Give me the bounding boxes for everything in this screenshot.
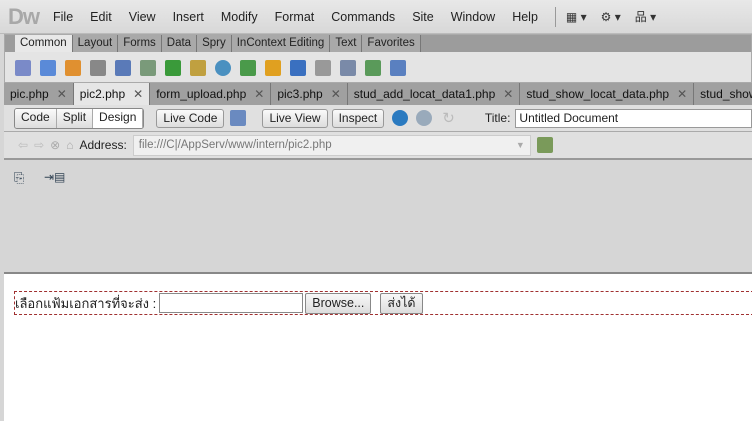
doc-tab[interactable]: stud_show_locat_data.php ✕ [520,83,695,105]
menu-bar: Dw File Edit View Insert Modify Format C… [0,0,752,34]
upload-form: เลือกแฟ้มเอกสารที่จะส่ง : Browse... ส่งไ… [14,291,752,315]
address-value: file:///C|/AppServ/www/intern/pic2.php [138,138,332,151]
submit-button[interactable]: ส่งได้ [380,292,423,314]
file-input[interactable] [159,293,304,313]
design-view[interactable]: เลือกแฟ้มเอกสารที่จะส่ง : Browse... ส่งไ… [4,272,752,421]
file-label: เลือกแฟ้มเอกสารที่จะส่ง : [15,295,157,311]
check-page-icon[interactable] [230,110,247,126]
doc-tab-active[interactable]: pic2.php ✕ [73,83,151,105]
tab-common[interactable]: Common [15,35,73,52]
head-icon[interactable] [315,59,331,76]
div-icon[interactable] [140,59,156,76]
close-icon[interactable]: ✕ [254,87,264,101]
title-input[interactable]: Untitled Document [515,108,752,128]
menu-insert[interactable]: Insert [173,10,204,24]
table-icon[interactable] [115,59,131,76]
home-icon[interactable]: ⌂ [66,138,73,152]
doc-tab[interactable]: stud_show_st [694,83,752,105]
doc-tab-label: stud_show_st [700,87,752,101]
media-icon[interactable] [190,59,206,76]
live-code-button[interactable]: Live Code [156,108,225,128]
divider [554,6,556,27]
visual-aids-icon[interactable] [416,110,433,126]
doc-tab-label: stud_add_locat_data1.php [353,87,496,101]
script-icon[interactable] [340,59,356,76]
tab-layout[interactable]: Layout [72,35,119,52]
server-include-icon[interactable] [265,59,281,76]
options-icon[interactable] [536,137,553,153]
menu-edit[interactable]: Edit [90,10,112,24]
doc-tab[interactable]: stud_add_locat_data1.php ✕ [348,83,521,105]
doc-tab-label: stud_show_locat_data.php [526,87,670,101]
site-icon[interactable]: 品 ▾ [635,8,656,25]
doc-tab-label: form_upload.php [156,87,247,101]
design-button[interactable]: Design [93,108,144,128]
date-icon[interactable] [240,59,256,76]
tab-text[interactable]: Text [330,35,363,52]
doc-tab-label: pic2.php [79,87,126,101]
document-toolbar: Code Split Design Live Code Live View In… [4,105,752,132]
doc-tab-label: pic.php [10,87,49,101]
menu-modify[interactable]: Modify [221,10,258,24]
chevron-down-icon[interactable]: ▼ [516,136,525,155]
anchor-icon[interactable] [65,59,81,76]
refresh-icon[interactable]: ↻ [442,109,455,127]
layout-icon[interactable]: ▦ ▾ [566,10,587,24]
address-input[interactable]: file:///C|/AppServ/www/intern/pic2.php ▼ [132,134,531,156]
address-label: Address: [79,138,127,152]
email-link-icon[interactable] [40,59,56,76]
templates-icon[interactable] [365,59,381,76]
horizontal-rule-icon[interactable] [90,59,106,76]
close-icon[interactable]: ✕ [503,87,513,101]
close-icon[interactable]: ✕ [57,87,67,101]
menu-file[interactable]: File [53,10,73,24]
insert-list-icon[interactable]: ⇥▤ [44,170,65,184]
browse-button[interactable]: Browse... [305,292,372,314]
tab-favorites[interactable]: Favorites [362,35,421,52]
stop-icon[interactable]: ⊗ [50,138,60,152]
doc-tab[interactable]: pic.php ✕ [4,83,74,105]
code-button[interactable]: Code [15,108,57,128]
tab-spry[interactable]: Spry [197,35,232,52]
globe-icon[interactable] [392,110,409,126]
menu-commands[interactable]: Commands [331,10,395,24]
insert-panel: Common Layout Forms Data Spry InContext … [4,34,752,83]
tab-forms[interactable]: Forms [118,35,162,52]
forward-icon[interactable]: ⇨ [34,138,44,152]
related-files-icon[interactable]: ⎘ [14,170,24,186]
address-bar: ⇦ ⇨ ⊗ ⌂ Address: file:///C|/AppServ/www/… [4,132,752,160]
live-view-button[interactable]: Live View [262,108,328,128]
menu-site[interactable]: Site [412,10,434,24]
menu-format[interactable]: Format [275,10,315,24]
dw-logo: Dw [8,3,40,29]
tag-chooser-icon[interactable] [390,59,406,76]
hyperlink-icon[interactable] [15,59,31,76]
split-button[interactable]: Split [56,108,94,128]
doc-tab[interactable]: form_upload.php ✕ [150,83,272,105]
image-icon[interactable] [165,59,181,76]
document-tabs: pic.php ✕ pic2.php ✕ form_upload.php ✕ pic3… [4,83,752,105]
tab-incontext-editing[interactable]: InContext Editing [231,35,331,52]
tab-data[interactable]: Data [161,35,198,52]
widget-icon[interactable] [215,59,231,76]
back-icon[interactable]: ⇦ [18,138,28,152]
menu-window[interactable]: Window [451,10,495,24]
close-icon[interactable]: ✕ [677,87,687,101]
view-mode-group: Code Split Design [14,107,145,129]
close-icon[interactable]: ✕ [133,87,143,101]
menu-help[interactable]: Help [512,10,538,24]
doc-tab-label: pic3.php [277,87,323,101]
close-icon[interactable]: ✕ [331,87,341,101]
menu-view[interactable]: View [129,10,156,24]
title-label: Title: [484,111,511,125]
doc-tab[interactable]: pic3.php ✕ [271,83,348,105]
inspect-button[interactable]: Inspect [331,108,385,128]
comment-icon[interactable] [290,59,306,76]
gear-icon[interactable]: ⚙ ▾ [601,10,621,24]
